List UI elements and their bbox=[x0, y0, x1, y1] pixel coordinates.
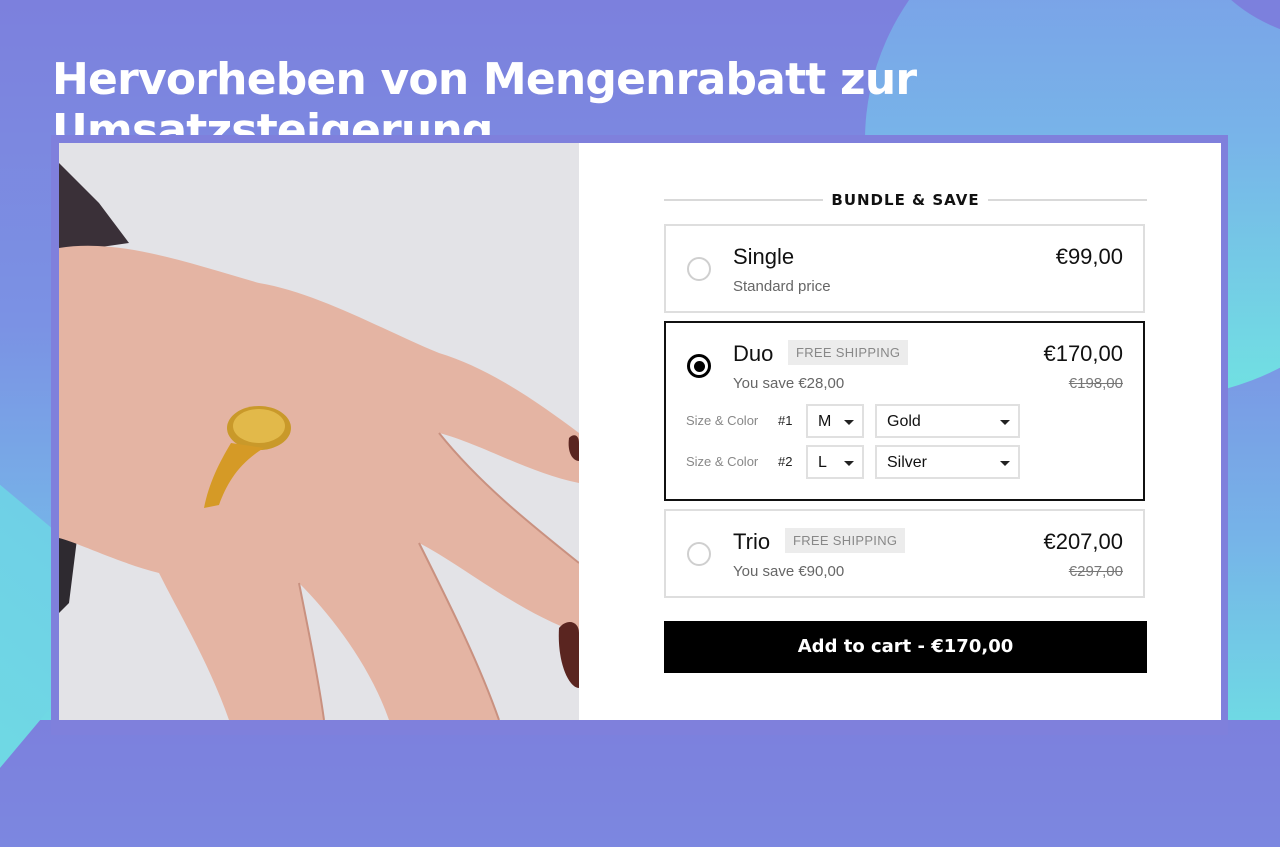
variant-index: #1 bbox=[778, 413, 793, 428]
option-name: Single bbox=[733, 244, 795, 269]
bundle-heading: BUNDLE & SAVE bbox=[664, 191, 1147, 209]
variant-row: Size & Color #1 M Gold bbox=[686, 404, 1026, 438]
option-price: €207,00 bbox=[1043, 529, 1123, 554]
caret-down-icon bbox=[844, 420, 854, 425]
caret-down-icon bbox=[844, 461, 854, 466]
bundle-option-duo[interactable]: Duo FREE SHIPPING You save €28,00 €170,0… bbox=[664, 321, 1145, 501]
hand-ring-illustration bbox=[59, 143, 579, 720]
color-select[interactable]: Gold bbox=[875, 404, 1020, 438]
option-price: €99,00 bbox=[1055, 244, 1123, 269]
color-value: Gold bbox=[887, 413, 921, 430]
option-name: Duo bbox=[733, 341, 774, 366]
bundle-widget: BUNDLE & SAVE Single Standard price €99,… bbox=[579, 143, 1221, 720]
radio-button-selected[interactable] bbox=[687, 354, 711, 378]
radio-button[interactable] bbox=[687, 257, 711, 281]
size-select[interactable]: L bbox=[806, 445, 864, 479]
variant-row: Size & Color #2 L Silver bbox=[686, 445, 1026, 479]
size-value: M bbox=[818, 413, 832, 430]
caret-down-icon bbox=[1000, 420, 1010, 425]
bundle-heading-text: BUNDLE & SAVE bbox=[823, 191, 988, 209]
free-shipping-badge: FREE SHIPPING bbox=[788, 340, 909, 365]
size-select[interactable]: M bbox=[806, 404, 864, 438]
size-value: L bbox=[818, 454, 827, 471]
variant-label: Size & Color bbox=[686, 454, 759, 469]
variant-label: Size & Color bbox=[686, 413, 759, 428]
option-price: €170,00 bbox=[1043, 341, 1123, 366]
product-photo bbox=[59, 143, 579, 720]
variant-index: #2 bbox=[778, 454, 793, 469]
add-to-cart-button[interactable]: Add to cart - €170,00 bbox=[664, 621, 1147, 673]
caret-down-icon bbox=[1000, 461, 1010, 466]
radio-button[interactable] bbox=[687, 542, 711, 566]
color-select[interactable]: Silver bbox=[875, 445, 1020, 479]
free-shipping-badge: FREE SHIPPING bbox=[785, 528, 906, 553]
option-subtitle: Standard price bbox=[733, 278, 831, 295]
color-value: Silver bbox=[887, 454, 928, 471]
option-savings: You save €28,00 bbox=[733, 375, 845, 392]
bundle-option-trio[interactable]: Trio FREE SHIPPING You save €90,00 €207,… bbox=[664, 509, 1145, 598]
option-old-price: €297,00 bbox=[1068, 563, 1123, 580]
option-savings: You save €90,00 bbox=[733, 563, 845, 580]
option-old-price: €198,00 bbox=[1068, 375, 1123, 392]
bundle-option-single[interactable]: Single Standard price €99,00 bbox=[664, 224, 1145, 313]
option-name: Trio bbox=[733, 529, 771, 554]
